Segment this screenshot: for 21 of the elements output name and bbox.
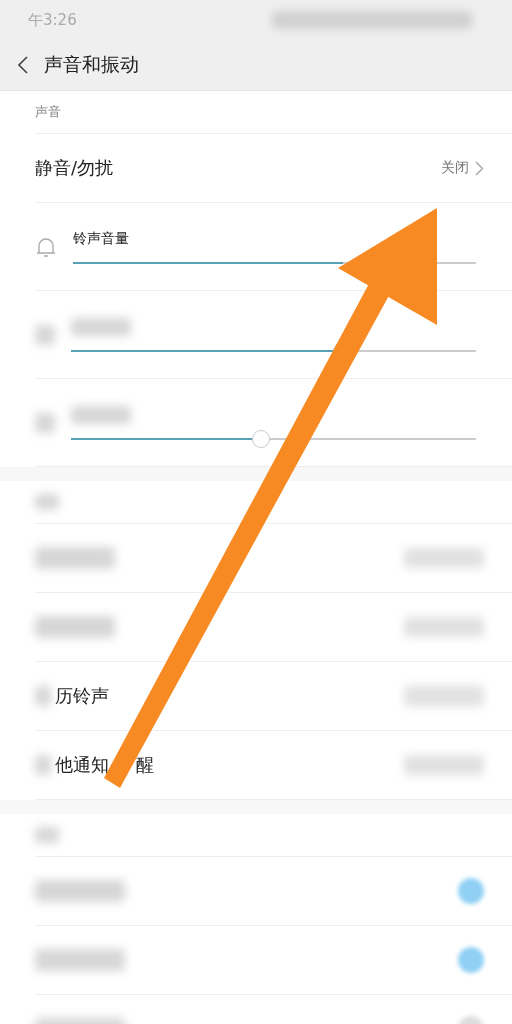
back-icon[interactable]	[18, 56, 28, 74]
row-label[interactable]: 醒	[136, 753, 154, 777]
blurred-label	[35, 686, 51, 706]
blurred-label	[35, 755, 51, 775]
status-time: 午3:26	[28, 10, 77, 30]
row-value: 关闭	[441, 159, 469, 177]
toggle-switch[interactable]	[458, 878, 484, 904]
slider-label: 铃声音量	[73, 229, 130, 248]
row-label[interactable]: 历铃声	[55, 684, 109, 708]
blurred-label	[35, 827, 59, 843]
blurred-label	[71, 317, 131, 336]
blurred-label	[71, 405, 131, 424]
row-label[interactable]: 静音/勿扰	[35, 156, 114, 180]
blurred-label	[35, 494, 59, 510]
blurred-icon	[35, 324, 55, 345]
blurred-icon	[35, 412, 55, 433]
chevron-icon	[475, 160, 484, 176]
row-label[interactable]: 他通知	[55, 753, 109, 777]
toggle-switch[interactable]	[458, 947, 484, 973]
section-label: 声音	[35, 103, 61, 121]
page-title: 声音和振动	[44, 52, 139, 77]
